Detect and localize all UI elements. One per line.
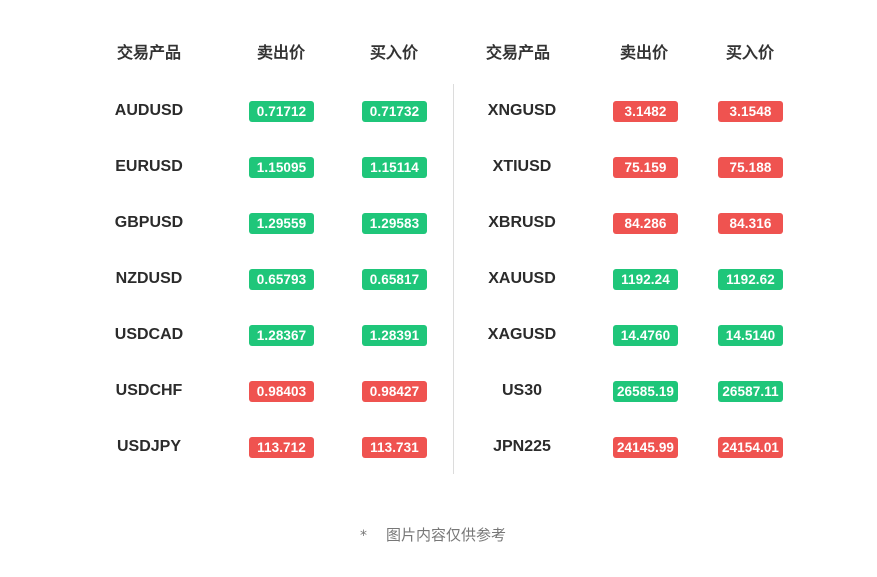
quote-row: JPN225 24145.99 24154.01 bbox=[0, 436, 877, 458]
sell-price-badge: 26585.19 bbox=[613, 381, 678, 402]
buy-price-badge: 14.5140 bbox=[718, 325, 783, 346]
quote-row: XAUUSD 1192.24 1192.62 bbox=[0, 268, 877, 290]
header-buy-right: 买入价 bbox=[725, 43, 775, 62]
buy-price-badge: 1192.62 bbox=[718, 269, 783, 290]
symbol-label: XTIUSD bbox=[492, 158, 552, 175]
buy-price-badge: 24154.01 bbox=[718, 437, 783, 458]
quote-row: XBRUSD 84.286 84.316 bbox=[0, 212, 877, 234]
buy-price-badge: 26587.11 bbox=[718, 381, 783, 402]
buy-price-badge: 84.316 bbox=[718, 213, 783, 234]
header-buy-left: 买入价 bbox=[369, 43, 419, 62]
disclaimer-note: * 图片内容仅供参考 bbox=[360, 525, 506, 545]
symbol-label: XAUUSD bbox=[488, 270, 556, 287]
sell-price-badge: 1192.24 bbox=[613, 269, 678, 290]
quote-row: XAGUSD 14.4760 14.5140 bbox=[0, 324, 877, 346]
sell-price-badge: 75.159 bbox=[613, 157, 678, 178]
sell-price-badge: 84.286 bbox=[613, 213, 678, 234]
disclaimer-text: 图片内容仅供参考 bbox=[386, 526, 507, 544]
sell-price-badge: 3.1482 bbox=[613, 101, 678, 122]
buy-price-badge: 75.188 bbox=[718, 157, 783, 178]
quote-row: XTIUSD 75.159 75.188 bbox=[0, 156, 877, 178]
header-sell-left: 卖出价 bbox=[256, 43, 306, 62]
header-product-left: 交易产品 bbox=[116, 43, 182, 62]
quote-row: US30 26585.19 26587.11 bbox=[0, 380, 877, 402]
sell-price-badge: 14.4760 bbox=[613, 325, 678, 346]
header-product-right: 交易产品 bbox=[485, 43, 551, 62]
symbol-label: US30 bbox=[501, 382, 543, 399]
sell-price-badge: 24145.99 bbox=[613, 437, 678, 458]
symbol-label: XNGUSD bbox=[487, 102, 557, 119]
asterisk-marker: * bbox=[360, 528, 367, 544]
quote-row: XNGUSD 3.1482 3.1548 bbox=[0, 100, 877, 122]
buy-price-badge: 3.1548 bbox=[718, 101, 783, 122]
header-sell-right: 卖出价 bbox=[619, 43, 669, 62]
symbol-label: XBRUSD bbox=[488, 214, 556, 231]
symbol-label: JPN225 bbox=[493, 438, 551, 455]
symbol-label: XAGUSD bbox=[487, 326, 557, 343]
